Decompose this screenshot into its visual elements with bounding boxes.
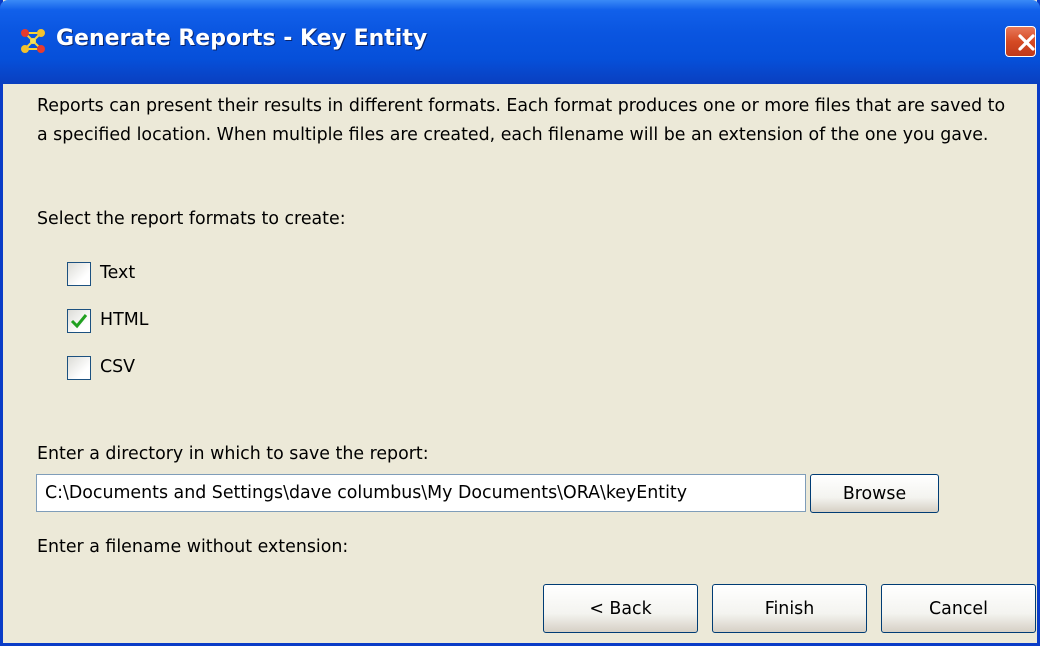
filename-prompt: Enter a filename without extension:: [37, 537, 349, 557]
csv-checkbox[interactable]: [67, 356, 91, 380]
formats-prompt: Select the report formats to create:: [37, 209, 346, 229]
dialog-content: Reports can present their results in dif…: [3, 84, 1037, 643]
csv-checkbox-label: CSV: [100, 357, 136, 377]
intro-text: Reports can present their results in dif…: [37, 96, 1006, 145]
directory-input[interactable]: [36, 474, 806, 512]
text-checkbox-label: Text: [100, 263, 136, 283]
dialog-window: Generate Reports - Key Entity Reports ca…: [0, 0, 1040, 646]
cancel-button[interactable]: Cancel: [881, 584, 1036, 633]
browse-button[interactable]: Browse: [810, 474, 939, 513]
html-checkbox[interactable]: [67, 309, 91, 333]
window-title: Generate Reports - Key Entity: [56, 26, 428, 51]
back-button[interactable]: < Back: [543, 584, 698, 633]
close-icon: [1018, 34, 1035, 51]
html-checkbox-label: HTML: [100, 310, 149, 330]
close-button[interactable]: [1005, 26, 1036, 57]
finish-button[interactable]: Finish: [712, 584, 867, 633]
text-checkbox[interactable]: [67, 262, 91, 286]
check-mark-icon: [70, 314, 88, 329]
title-bar[interactable]: Generate Reports - Key Entity: [0, 0, 1040, 84]
ora-network-icon: [20, 28, 46, 54]
directory-prompt: Enter a directory in which to save the r…: [37, 444, 429, 464]
